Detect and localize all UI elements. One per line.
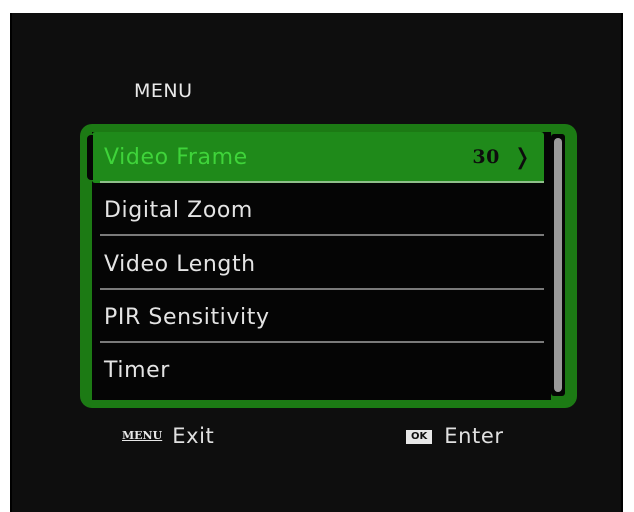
exit-hint[interactable]: MENU Exit <box>122 423 214 449</box>
divider <box>100 181 544 183</box>
selection-marker <box>87 135 93 180</box>
enter-hint[interactable]: OK Enter <box>406 423 504 449</box>
exit-label: Exit <box>172 424 215 448</box>
scrollbar[interactable] <box>551 134 565 396</box>
menu-list: Video Frame 30 ❭ Digital Zoom Video Leng… <box>87 132 551 400</box>
menu-item-digital-zoom[interactable]: Digital Zoom <box>92 185 544 236</box>
divider <box>100 341 544 343</box>
menu-item-label: Timer <box>104 358 170 383</box>
menu-item-label: Video Length <box>104 252 256 277</box>
menu-panel: Video Frame 30 ❭ Digital Zoom Video Leng… <box>80 124 577 408</box>
chevron-right-icon: ❭ <box>512 145 532 170</box>
menu-item-pir-sensitivity[interactable]: PIR Sensitivity <box>92 292 544 343</box>
divider <box>100 234 544 236</box>
menu-item-label: Digital Zoom <box>104 198 253 223</box>
enter-label: Enter <box>444 424 504 448</box>
menu-key-icon: MENU <box>122 429 163 442</box>
menu-item-video-length[interactable]: Video Length <box>92 239 544 290</box>
menu-item-label: Video Frame <box>104 145 248 170</box>
menu-item-value: 30 <box>472 146 500 168</box>
menu-item-video-frame[interactable]: Video Frame 30 ❭ <box>87 132 544 183</box>
menu-item-timer[interactable]: Timer <box>92 345 544 396</box>
camera-screen: MENU Video Frame 30 ❭ Digital Zoom Video… <box>10 13 623 512</box>
menu-title: MENU <box>134 80 193 102</box>
menu-item-label: PIR Sensitivity <box>104 305 270 330</box>
ok-key-icon: OK <box>406 430 433 444</box>
divider <box>100 288 544 290</box>
scrollbar-thumb[interactable] <box>554 138 562 392</box>
